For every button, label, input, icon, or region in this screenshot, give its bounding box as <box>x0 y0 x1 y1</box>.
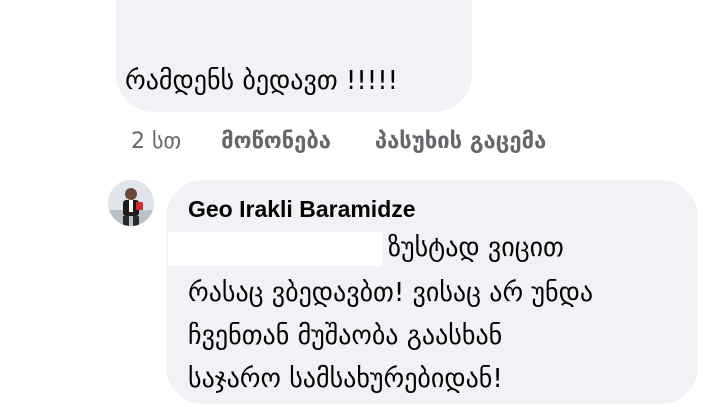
reply-author-name[interactable]: Geo Irakli Baramidze <box>188 196 416 223</box>
avatar[interactable] <box>108 180 154 226</box>
like-button[interactable]: მოწონება <box>221 129 331 154</box>
reply-button[interactable]: პასუხის გაცემა <box>375 129 546 154</box>
avatar-photo-icon <box>108 180 154 226</box>
comment-thread: რამდენს ბედავთ !!!!! 2 სთ მოწონება პასუხ… <box>0 0 720 407</box>
reply-text-line: ჩვენთან მუშაობა გაასხან <box>188 321 503 351</box>
parent-comment-text: რამდენს ბედავთ !!!!! <box>125 66 399 96</box>
comment-actions-bar: 2 სთ მოწონება პასუხის გაცემა <box>131 124 546 158</box>
comment-timestamp[interactable]: 2 სთ <box>131 129 181 154</box>
reply-text-line: რასაც ვბედავბთ! ვისაც არ უნდა <box>188 278 594 308</box>
reply-text-line: ზუსტად ვიცით <box>388 233 564 263</box>
reply-text-line: საჯარო სამსახურებიდან! <box>188 364 503 394</box>
redacted-mention <box>168 232 382 266</box>
